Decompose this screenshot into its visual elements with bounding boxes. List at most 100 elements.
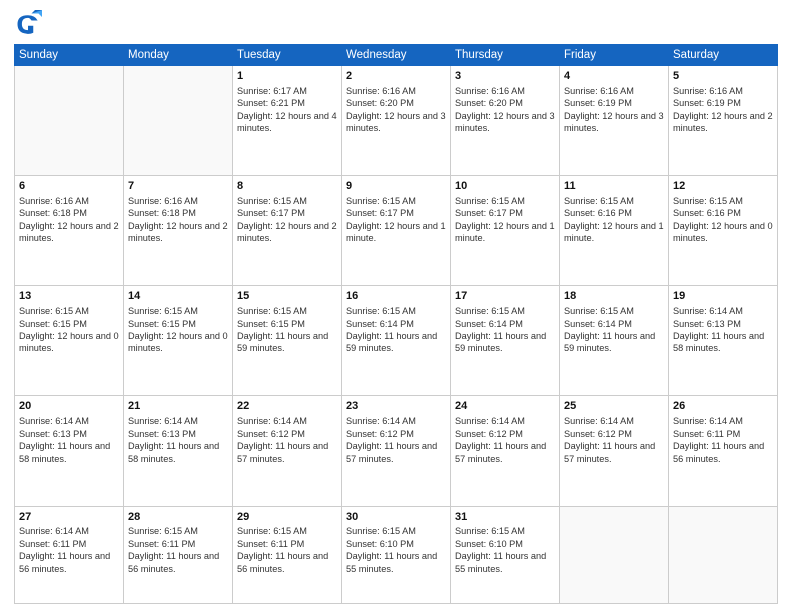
day-cell: 6Sunrise: 6:16 AM Sunset: 6:18 PM Daylig… — [15, 176, 124, 286]
day-info: Sunrise: 6:15 AM Sunset: 6:10 PM Dayligh… — [346, 525, 446, 575]
col-header-tuesday: Tuesday — [233, 45, 342, 66]
day-number: 26 — [673, 399, 773, 414]
day-cell: 9Sunrise: 6:15 AM Sunset: 6:17 PM Daylig… — [342, 176, 451, 286]
day-info: Sunrise: 6:15 AM Sunset: 6:11 PM Dayligh… — [128, 525, 228, 575]
day-cell: 21Sunrise: 6:14 AM Sunset: 6:13 PM Dayli… — [124, 396, 233, 506]
day-number: 2 — [346, 69, 446, 84]
day-cell — [560, 506, 669, 603]
day-number: 25 — [564, 399, 664, 414]
day-info: Sunrise: 6:16 AM Sunset: 6:18 PM Dayligh… — [19, 195, 119, 245]
day-info: Sunrise: 6:14 AM Sunset: 6:13 PM Dayligh… — [673, 305, 773, 355]
day-cell: 17Sunrise: 6:15 AM Sunset: 6:14 PM Dayli… — [451, 286, 560, 396]
day-number: 31 — [455, 510, 555, 525]
day-info: Sunrise: 6:15 AM Sunset: 6:10 PM Dayligh… — [455, 525, 555, 575]
day-number: 7 — [128, 179, 228, 194]
col-header-monday: Monday — [124, 45, 233, 66]
day-number: 12 — [673, 179, 773, 194]
day-cell: 1Sunrise: 6:17 AM Sunset: 6:21 PM Daylig… — [233, 66, 342, 176]
day-cell: 18Sunrise: 6:15 AM Sunset: 6:14 PM Dayli… — [560, 286, 669, 396]
day-info: Sunrise: 6:14 AM Sunset: 6:12 PM Dayligh… — [455, 415, 555, 465]
day-cell — [669, 506, 778, 603]
day-info: Sunrise: 6:17 AM Sunset: 6:21 PM Dayligh… — [237, 85, 337, 135]
day-number: 20 — [19, 399, 119, 414]
day-number: 19 — [673, 289, 773, 304]
day-info: Sunrise: 6:15 AM Sunset: 6:15 PM Dayligh… — [237, 305, 337, 355]
day-info: Sunrise: 6:14 AM Sunset: 6:12 PM Dayligh… — [564, 415, 664, 465]
day-info: Sunrise: 6:14 AM Sunset: 6:12 PM Dayligh… — [237, 415, 337, 465]
logo-icon — [14, 10, 42, 38]
day-cell: 25Sunrise: 6:14 AM Sunset: 6:12 PM Dayli… — [560, 396, 669, 506]
day-cell: 23Sunrise: 6:14 AM Sunset: 6:12 PM Dayli… — [342, 396, 451, 506]
day-info: Sunrise: 6:15 AM Sunset: 6:14 PM Dayligh… — [346, 305, 446, 355]
day-cell: 10Sunrise: 6:15 AM Sunset: 6:17 PM Dayli… — [451, 176, 560, 286]
day-cell: 19Sunrise: 6:14 AM Sunset: 6:13 PM Dayli… — [669, 286, 778, 396]
day-info: Sunrise: 6:15 AM Sunset: 6:11 PM Dayligh… — [237, 525, 337, 575]
day-info: Sunrise: 6:15 AM Sunset: 6:17 PM Dayligh… — [346, 195, 446, 245]
day-info: Sunrise: 6:15 AM Sunset: 6:16 PM Dayligh… — [673, 195, 773, 245]
header — [14, 10, 778, 38]
day-info: Sunrise: 6:15 AM Sunset: 6:16 PM Dayligh… — [564, 195, 664, 245]
day-cell — [15, 66, 124, 176]
col-header-saturday: Saturday — [669, 45, 778, 66]
day-number: 23 — [346, 399, 446, 414]
day-number: 1 — [237, 69, 337, 84]
day-number: 4 — [564, 69, 664, 84]
day-cell: 24Sunrise: 6:14 AM Sunset: 6:12 PM Dayli… — [451, 396, 560, 506]
day-cell: 29Sunrise: 6:15 AM Sunset: 6:11 PM Dayli… — [233, 506, 342, 603]
day-info: Sunrise: 6:15 AM Sunset: 6:15 PM Dayligh… — [19, 305, 119, 355]
day-cell: 30Sunrise: 6:15 AM Sunset: 6:10 PM Dayli… — [342, 506, 451, 603]
day-number: 13 — [19, 289, 119, 304]
day-cell: 27Sunrise: 6:14 AM Sunset: 6:11 PM Dayli… — [15, 506, 124, 603]
day-cell: 11Sunrise: 6:15 AM Sunset: 6:16 PM Dayli… — [560, 176, 669, 286]
day-info: Sunrise: 6:15 AM Sunset: 6:17 PM Dayligh… — [455, 195, 555, 245]
day-number: 9 — [346, 179, 446, 194]
day-info: Sunrise: 6:14 AM Sunset: 6:13 PM Dayligh… — [19, 415, 119, 465]
day-cell: 26Sunrise: 6:14 AM Sunset: 6:11 PM Dayli… — [669, 396, 778, 506]
day-cell: 4Sunrise: 6:16 AM Sunset: 6:19 PM Daylig… — [560, 66, 669, 176]
day-cell: 14Sunrise: 6:15 AM Sunset: 6:15 PM Dayli… — [124, 286, 233, 396]
logo — [14, 10, 46, 38]
day-cell: 15Sunrise: 6:15 AM Sunset: 6:15 PM Dayli… — [233, 286, 342, 396]
day-info: Sunrise: 6:16 AM Sunset: 6:18 PM Dayligh… — [128, 195, 228, 245]
day-number: 15 — [237, 289, 337, 304]
col-header-wednesday: Wednesday — [342, 45, 451, 66]
day-cell — [124, 66, 233, 176]
calendar-table: SundayMondayTuesdayWednesdayThursdayFrid… — [14, 44, 778, 604]
day-cell: 5Sunrise: 6:16 AM Sunset: 6:19 PM Daylig… — [669, 66, 778, 176]
day-cell: 7Sunrise: 6:16 AM Sunset: 6:18 PM Daylig… — [124, 176, 233, 286]
day-cell: 16Sunrise: 6:15 AM Sunset: 6:14 PM Dayli… — [342, 286, 451, 396]
day-number: 24 — [455, 399, 555, 414]
day-number: 29 — [237, 510, 337, 525]
day-number: 27 — [19, 510, 119, 525]
day-info: Sunrise: 6:15 AM Sunset: 6:14 PM Dayligh… — [455, 305, 555, 355]
day-number: 21 — [128, 399, 228, 414]
day-info: Sunrise: 6:16 AM Sunset: 6:19 PM Dayligh… — [673, 85, 773, 135]
day-info: Sunrise: 6:14 AM Sunset: 6:12 PM Dayligh… — [346, 415, 446, 465]
day-cell: 22Sunrise: 6:14 AM Sunset: 6:12 PM Dayli… — [233, 396, 342, 506]
col-header-sunday: Sunday — [15, 45, 124, 66]
day-number: 17 — [455, 289, 555, 304]
page: SundayMondayTuesdayWednesdayThursdayFrid… — [0, 0, 792, 612]
day-number: 6 — [19, 179, 119, 194]
day-number: 8 — [237, 179, 337, 194]
day-cell: 28Sunrise: 6:15 AM Sunset: 6:11 PM Dayli… — [124, 506, 233, 603]
day-info: Sunrise: 6:16 AM Sunset: 6:20 PM Dayligh… — [346, 85, 446, 135]
day-info: Sunrise: 6:15 AM Sunset: 6:17 PM Dayligh… — [237, 195, 337, 245]
day-info: Sunrise: 6:14 AM Sunset: 6:11 PM Dayligh… — [673, 415, 773, 465]
day-number: 3 — [455, 69, 555, 84]
day-info: Sunrise: 6:15 AM Sunset: 6:14 PM Dayligh… — [564, 305, 664, 355]
day-cell: 8Sunrise: 6:15 AM Sunset: 6:17 PM Daylig… — [233, 176, 342, 286]
day-number: 22 — [237, 399, 337, 414]
day-cell: 3Sunrise: 6:16 AM Sunset: 6:20 PM Daylig… — [451, 66, 560, 176]
day-info: Sunrise: 6:14 AM Sunset: 6:11 PM Dayligh… — [19, 525, 119, 575]
day-number: 14 — [128, 289, 228, 304]
day-number: 5 — [673, 69, 773, 84]
day-cell: 2Sunrise: 6:16 AM Sunset: 6:20 PM Daylig… — [342, 66, 451, 176]
day-number: 28 — [128, 510, 228, 525]
day-number: 11 — [564, 179, 664, 194]
day-number: 10 — [455, 179, 555, 194]
day-info: Sunrise: 6:16 AM Sunset: 6:20 PM Dayligh… — [455, 85, 555, 135]
col-header-thursday: Thursday — [451, 45, 560, 66]
day-info: Sunrise: 6:14 AM Sunset: 6:13 PM Dayligh… — [128, 415, 228, 465]
day-cell: 31Sunrise: 6:15 AM Sunset: 6:10 PM Dayli… — [451, 506, 560, 603]
